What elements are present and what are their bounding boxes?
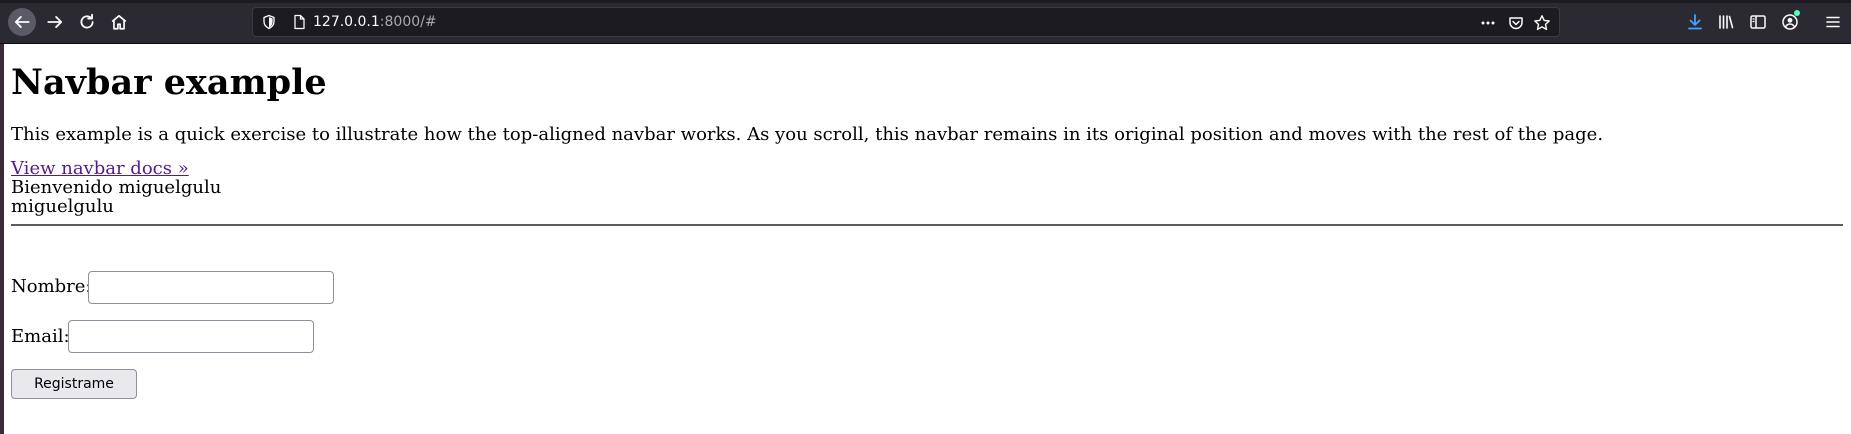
- more-icon[interactable]: [1479, 14, 1497, 32]
- home-icon: [111, 14, 127, 30]
- pocket-icon[interactable]: [1507, 14, 1525, 32]
- email-input[interactable]: [68, 320, 314, 353]
- tab-strip: [0, 0, 1851, 3]
- email-label: Email:: [11, 326, 70, 347]
- window-edge: [0, 44, 4, 434]
- name-input[interactable]: [88, 271, 334, 304]
- browser-toolbar: 127.0.0.1:8000/#: [0, 0, 1851, 44]
- divider: [11, 224, 1843, 226]
- forward-button[interactable]: [41, 8, 69, 36]
- reload-icon: [80, 13, 94, 29]
- page-icon[interactable]: [291, 14, 307, 30]
- username-text: miguelgulu: [11, 196, 114, 217]
- page-title: Navbar example: [11, 62, 327, 103]
- lead-paragraph: This example is a quick exercise to illu…: [11, 124, 1604, 145]
- reload-button[interactable]: [73, 8, 101, 36]
- library-icon[interactable]: [1716, 12, 1736, 32]
- download-icon[interactable]: [1685, 12, 1705, 32]
- shield-icon[interactable]: [261, 14, 277, 30]
- welcome-text: Bienvenido miguelgulu: [11, 177, 222, 198]
- forward-icon: [47, 16, 63, 28]
- view-navbar-docs-link[interactable]: View navbar docs »: [11, 159, 189, 179]
- account-badge: [1794, 10, 1800, 16]
- page-content: Navbar example This example is a quick e…: [11, 44, 1851, 434]
- sidebar-icon[interactable]: [1748, 12, 1768, 32]
- register-button[interactable]: Registrame: [11, 369, 137, 399]
- bookmark-star-icon[interactable]: [1533, 14, 1551, 32]
- url-path: :8000/#: [379, 14, 437, 30]
- name-label: Nombre:: [11, 276, 92, 297]
- back-button[interactable]: [8, 8, 36, 36]
- url-text[interactable]: 127.0.0.1:8000/#: [313, 14, 437, 30]
- home-button[interactable]: [105, 8, 133, 36]
- back-icon: [14, 16, 30, 28]
- url-host: 127.0.0.1: [313, 14, 380, 30]
- menu-icon[interactable]: [1823, 12, 1843, 32]
- url-bar[interactable]: 127.0.0.1:8000/#: [252, 7, 1560, 37]
